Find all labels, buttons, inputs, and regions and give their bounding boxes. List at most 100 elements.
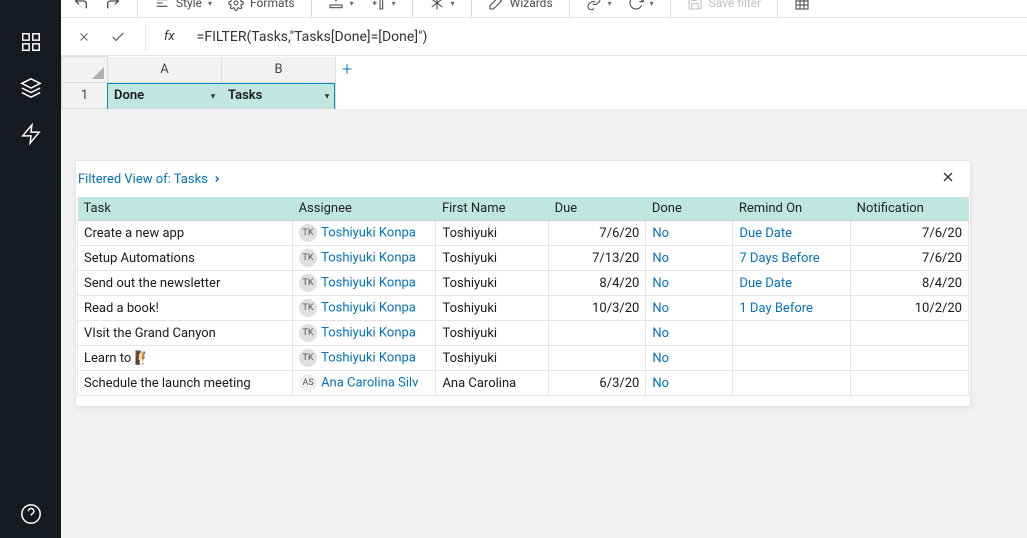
col-remind-on[interactable]: Remind On (733, 197, 851, 221)
cell-due[interactable] (549, 346, 646, 371)
table-row[interactable]: Setup AutomationsTKToshiyuki KonpaToshiy… (78, 246, 969, 271)
cell-due[interactable]: 7/6/20 (549, 221, 646, 246)
wizards-label: Wizards (510, 0, 553, 10)
fx-icon: fx (164, 29, 175, 44)
cell-assignee[interactable]: TKToshiyuki Konpa (293, 221, 436, 246)
refresh-button[interactable]: ▾ (628, 0, 654, 12)
cell-assignee[interactable]: TKToshiyuki Konpa (293, 321, 436, 346)
row-header-1[interactable]: 1 (62, 83, 108, 109)
filtered-view-title[interactable]: Filtered View of: Tasks (78, 172, 222, 187)
cell-done[interactable]: No (646, 246, 733, 271)
wizards-dropdown[interactable]: Wizards (488, 0, 553, 12)
style-dropdown[interactable]: Style ▾ (154, 0, 212, 12)
redo-button[interactable] (105, 0, 121, 12)
cell-done[interactable]: No (646, 296, 733, 321)
cell-done[interactable]: No (646, 271, 733, 296)
cell-assignee[interactable]: TKToshiyuki Konpa (293, 246, 436, 271)
cell-assignee[interactable]: ASAna Carolina Silv (293, 371, 436, 396)
table-row[interactable]: Create a new appTKToshiyuki KonpaToshiyu… (78, 221, 969, 246)
cell-remind[interactable]: 7 Days Before (733, 246, 851, 271)
avatar: TK (299, 274, 317, 292)
cell-first-name[interactable]: Toshiyuki (436, 321, 549, 346)
table-row[interactable]: Learn to 🧗TKToshiyuki KonpaToshiyuki No (78, 346, 969, 371)
col-notification[interactable]: Notification (851, 197, 969, 221)
style-label: Style (176, 0, 202, 10)
cell-done[interactable]: No (646, 221, 733, 246)
cell-remind[interactable]: Due Date (733, 271, 851, 296)
insert-col-button[interactable]: ▾ (370, 0, 396, 12)
cancel-formula-button[interactable] (75, 28, 93, 46)
dropdown-icon[interactable]: ▾ (211, 91, 215, 100)
cell-remind[interactable]: 1 Day Before (733, 296, 851, 321)
cell-task[interactable]: Send out the newsletter (78, 271, 293, 296)
confirm-formula-button[interactable] (109, 28, 127, 46)
formats-dropdown[interactable]: Formats (228, 0, 295, 12)
cell-task[interactable]: Learn to 🧗 (78, 346, 293, 371)
col-due[interactable]: Due (549, 197, 646, 221)
chevron-right-icon (212, 174, 222, 184)
filtered-table: Task Assignee First Name Due Done Remind… (77, 197, 969, 396)
cell-due[interactable]: 10/3/20 (549, 296, 646, 321)
cell-notification[interactable] (851, 321, 969, 346)
cell-first-name[interactable]: Toshiyuki (436, 246, 549, 271)
freeze-button[interactable]: ▾ (429, 0, 455, 12)
cell-notification[interactable]: 10/2/20 (851, 296, 969, 321)
cell-task[interactable]: Read a book! (78, 296, 293, 321)
cell-task[interactable]: Schedule the launch meeting (78, 371, 293, 396)
cell-b1[interactable]: Tasks▾ (222, 83, 336, 109)
dropdown-icon[interactable]: ▾ (325, 91, 329, 100)
cell-done[interactable]: No (646, 321, 733, 346)
cell-done[interactable]: No (646, 346, 733, 371)
col-task[interactable]: Task (78, 197, 293, 221)
cell-due[interactable]: 8/4/20 (549, 271, 646, 296)
cell-first-name[interactable]: Toshiyuki (436, 296, 549, 321)
cell-notification[interactable]: 7/6/20 (851, 246, 969, 271)
col-first-name[interactable]: First Name (436, 197, 549, 221)
cell-first-name[interactable]: Ana Carolina (436, 371, 549, 396)
sidebar-automation-icon[interactable] (17, 120, 45, 148)
col-assignee[interactable]: Assignee (293, 197, 436, 221)
sidebar-layers-icon[interactable] (17, 74, 45, 102)
link-button[interactable]: ▾ (586, 0, 612, 12)
table-row[interactable]: Read a book!TKToshiyuki KonpaToshiyuki10… (78, 296, 969, 321)
column-header-a[interactable]: A (108, 57, 222, 83)
avatar: TK (299, 249, 317, 267)
cell-task[interactable]: Create a new app (78, 221, 293, 246)
cell-task[interactable]: Setup Automations (78, 246, 293, 271)
cell-assignee[interactable]: TKToshiyuki Konpa (293, 296, 436, 321)
cell-remind[interactable] (733, 346, 851, 371)
save-filter-button: Save filter (687, 0, 762, 12)
column-header-b[interactable]: B (222, 57, 336, 83)
insert-row-button[interactable]: ▾ (328, 0, 354, 12)
formula-input[interactable] (197, 29, 897, 45)
cell-notification[interactable] (851, 346, 969, 371)
cell-task[interactable]: VIsit the Grand Canyon (78, 321, 293, 346)
sidebar-grid-icon[interactable] (17, 28, 45, 56)
cell-first-name[interactable]: Toshiyuki (436, 221, 549, 246)
cell-first-name[interactable]: Toshiyuki (436, 271, 549, 296)
cell-remind[interactable] (733, 371, 851, 396)
cell-due[interactable]: 6/3/20 (549, 371, 646, 396)
cell-due[interactable]: 7/13/20 (549, 246, 646, 271)
sidebar-help-icon[interactable] (17, 500, 45, 528)
cell-remind[interactable] (733, 321, 851, 346)
cell-notification[interactable] (851, 371, 969, 396)
cell-done[interactable]: No (646, 371, 733, 396)
cell-notification[interactable]: 7/6/20 (851, 221, 969, 246)
undo-button[interactable] (73, 0, 89, 12)
table-row[interactable]: Send out the newsletterTKToshiyuki Konpa… (78, 271, 969, 296)
cell-a1[interactable]: Done▾ (108, 83, 222, 109)
cell-assignee[interactable]: TKToshiyuki Konpa (293, 346, 436, 371)
table-button[interactable] (794, 0, 810, 12)
close-panel-button[interactable] (940, 169, 956, 189)
table-row[interactable]: Schedule the launch meetingASAna Carolin… (78, 371, 969, 396)
cell-notification[interactable]: 8/4/20 (851, 271, 969, 296)
cell-assignee[interactable]: TKToshiyuki Konpa (293, 271, 436, 296)
select-all-corner[interactable] (62, 57, 108, 83)
cell-remind[interactable]: Due Date (733, 221, 851, 246)
cell-first-name[interactable]: Toshiyuki (436, 346, 549, 371)
add-column-button[interactable]: + (336, 57, 366, 83)
col-done[interactable]: Done (646, 197, 733, 221)
cell-due[interactable] (549, 321, 646, 346)
table-row[interactable]: VIsit the Grand CanyonTKToshiyuki KonpaT… (78, 321, 969, 346)
